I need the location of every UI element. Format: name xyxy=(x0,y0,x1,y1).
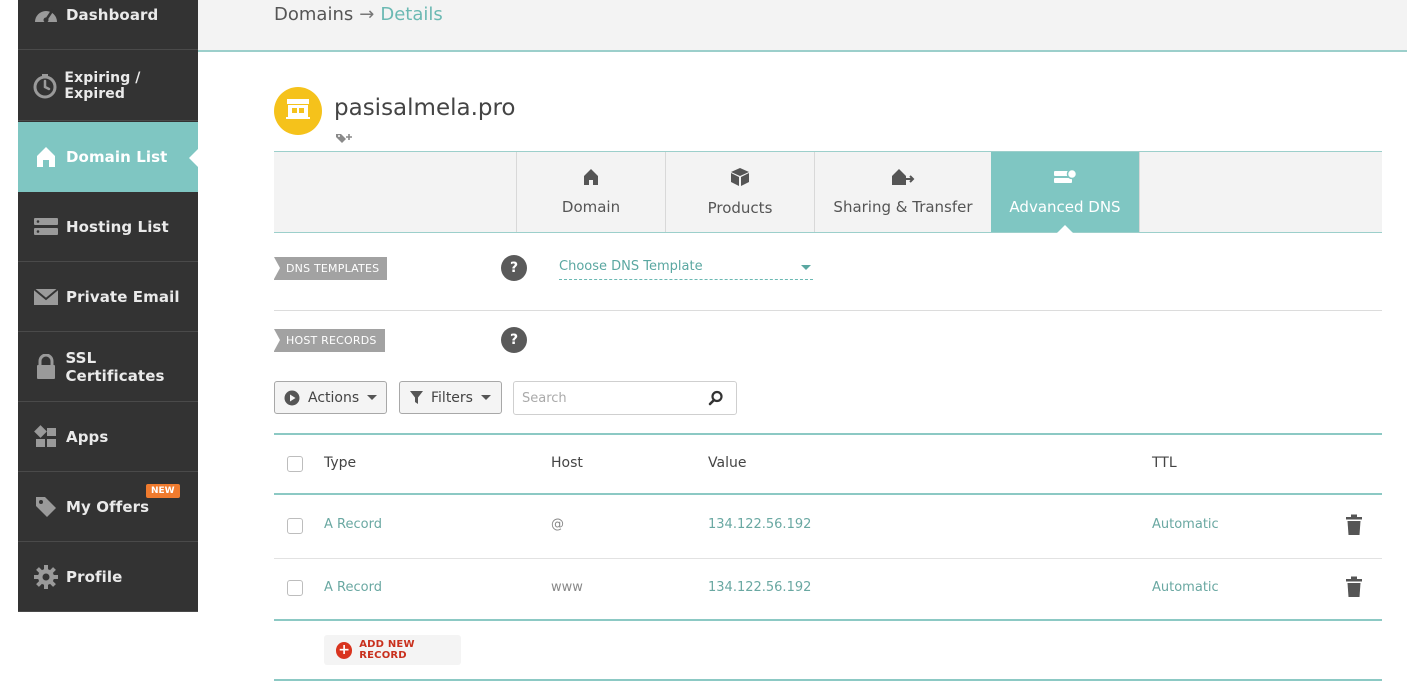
select-all-checkbox[interactable] xyxy=(287,456,303,472)
tab-advanced-dns[interactable]: Advanced DNS xyxy=(991,152,1139,233)
record-value[interactable]: 134.122.56.192 xyxy=(708,580,811,595)
top-bar: Domains → Details xyxy=(198,0,1407,52)
sidebar-item-label: Expiring / Expired xyxy=(64,69,141,102)
domain-tabs: Domain Products Sharing & Transfer Advan… xyxy=(274,151,1382,233)
sidebar: Dashboard Expiring / Expired Domain List… xyxy=(18,0,198,612)
envelope-icon xyxy=(32,283,60,311)
tab-label: Sharing & Transfer xyxy=(833,198,973,216)
chevron-down-icon xyxy=(801,265,811,270)
sidebar-item-label: Hosting List xyxy=(66,217,169,236)
sidebar-item-label: Apps xyxy=(66,427,109,446)
column-header-ttl[interactable]: TTL xyxy=(1152,455,1177,471)
sidebar-item-label: SSL Certificates xyxy=(65,348,165,385)
tab-domain[interactable]: Domain xyxy=(516,152,665,232)
box-icon xyxy=(730,167,750,191)
host-records-label: HOST RECORDS xyxy=(274,329,385,352)
chevron-down-icon xyxy=(367,395,378,400)
row-checkbox[interactable] xyxy=(287,580,303,596)
dns-icon xyxy=(1053,168,1078,190)
add-new-record-label: ADD NEW RECORD xyxy=(359,639,415,661)
gauge-icon xyxy=(32,1,60,29)
add-tag-icon[interactable] xyxy=(335,130,353,149)
lock-icon xyxy=(32,353,59,381)
apps-icon xyxy=(32,423,60,451)
storefront-icon xyxy=(284,97,312,125)
server-icon xyxy=(32,213,60,241)
sidebar-item-domain-list[interactable]: Domain List xyxy=(18,122,198,192)
sidebar-item-label: Dashboard xyxy=(66,5,159,24)
add-new-record-button[interactable]: + ADD NEW RECORD xyxy=(324,635,461,665)
home-icon xyxy=(583,168,599,190)
sidebar-item-dashboard[interactable]: Dashboard xyxy=(18,0,198,50)
plus-icon: + xyxy=(336,641,353,659)
filters-button[interactable]: Filters xyxy=(399,381,502,414)
record-type[interactable]: A Record xyxy=(324,517,382,532)
gear-icon xyxy=(32,563,60,591)
record-type[interactable]: A Record xyxy=(324,580,382,595)
filters-label: Filters xyxy=(431,389,473,406)
chevron-down-icon xyxy=(480,395,491,400)
footer-border xyxy=(274,679,1382,681)
row-divider xyxy=(274,558,1382,559)
section-divider xyxy=(274,310,1382,311)
sidebar-item-label: Profile xyxy=(66,567,123,586)
sidebar-item-profile[interactable]: Profile xyxy=(18,542,198,612)
filter-icon xyxy=(409,390,424,405)
tab-sharing-transfer[interactable]: Sharing & Transfer xyxy=(814,152,991,232)
sidebar-item-label: My Offers xyxy=(66,497,150,516)
record-host[interactable]: @ xyxy=(551,517,564,532)
dns-templates-label: DNS TEMPLATES xyxy=(274,257,388,280)
sidebar-item-label: Domain List xyxy=(66,148,168,166)
column-header-value[interactable]: Value xyxy=(708,455,746,471)
tab-products[interactable]: Products xyxy=(665,152,814,232)
house-arrow-icon xyxy=(891,168,915,190)
breadcrumb: Domains → Details xyxy=(274,4,443,25)
dns-template-select[interactable]: Choose DNS Template xyxy=(559,259,813,280)
record-ttl[interactable]: Automatic xyxy=(1152,580,1219,595)
tab-label: Advanced DNS xyxy=(1009,198,1121,216)
tag-icon xyxy=(32,493,60,521)
breadcrumb-separator: → xyxy=(359,4,375,25)
search-input[interactable] xyxy=(514,382,694,414)
table-bottom-border xyxy=(274,619,1382,621)
domain-name: pasisalmela.pro xyxy=(334,95,516,121)
table-header-border xyxy=(274,493,1382,495)
tab-label: Domain xyxy=(561,198,621,216)
dns-template-value: Choose DNS Template xyxy=(559,259,703,274)
actions-button[interactable]: Actions xyxy=(274,381,387,414)
row-checkbox[interactable] xyxy=(287,518,303,534)
breadcrumb-domains[interactable]: Domains xyxy=(274,4,353,25)
sidebar-item-apps[interactable]: Apps xyxy=(18,402,198,472)
record-host[interactable]: www xyxy=(551,580,583,595)
breadcrumb-details[interactable]: Details xyxy=(380,4,442,25)
record-value[interactable]: 134.122.56.192 xyxy=(708,517,811,532)
sidebar-item-label: Private Email xyxy=(66,287,180,306)
play-circle-icon xyxy=(284,390,300,406)
trash-icon[interactable] xyxy=(1345,514,1363,540)
timer-icon xyxy=(32,72,58,100)
column-header-type[interactable]: Type xyxy=(324,455,356,471)
column-header-host[interactable]: Host xyxy=(551,455,583,471)
table-top-border xyxy=(274,433,1382,435)
trash-icon[interactable] xyxy=(1345,576,1363,602)
search-box xyxy=(513,381,737,415)
host-records-help-button[interactable]: ? xyxy=(501,327,527,353)
tab-divider xyxy=(1139,152,1140,232)
actions-label: Actions xyxy=(308,389,360,406)
sidebar-item-ssl-certificates[interactable]: SSL Certificates xyxy=(18,332,198,402)
sidebar-item-private-email[interactable]: Private Email xyxy=(18,262,198,332)
tab-label: Products xyxy=(707,199,773,217)
new-badge: NEW xyxy=(146,484,180,498)
sidebar-item-my-offers[interactable]: My Offers NEW xyxy=(18,472,198,542)
dns-templates-help-button[interactable]: ? xyxy=(501,255,527,281)
search-icon[interactable] xyxy=(708,390,724,410)
record-ttl[interactable]: Automatic xyxy=(1152,517,1219,532)
sidebar-item-expiring[interactable]: Expiring / Expired xyxy=(18,51,198,121)
home-icon xyxy=(32,143,60,171)
domain-logo xyxy=(274,87,322,135)
sidebar-item-hosting-list[interactable]: Hosting List xyxy=(18,192,198,262)
